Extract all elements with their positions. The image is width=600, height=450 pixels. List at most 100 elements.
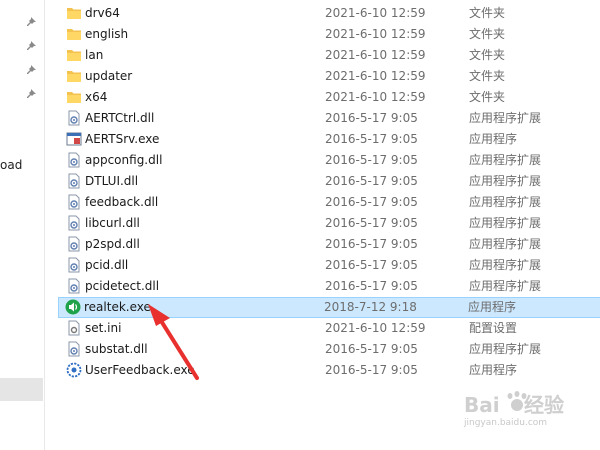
file-type: 文件夹	[469, 27, 506, 41]
svg-text:经验: 经验	[524, 393, 564, 417]
file-date-modified: 2016-5-17 9:05	[325, 174, 418, 188]
file-name: AERTCtrl.dll	[85, 111, 155, 125]
file-date-modified: 2021-6-10 12:59	[325, 27, 426, 41]
file-name: set.ini	[85, 321, 122, 335]
dll-icon	[66, 194, 82, 210]
baidu-watermark: Bai 经验 jingyan.baidu.com	[462, 388, 592, 438]
file-name: pcidetect.dll	[85, 279, 160, 293]
file-name: feedback.dll	[85, 195, 159, 209]
navigation-pane: oad	[0, 0, 45, 450]
folder-icon	[66, 47, 82, 63]
file-row[interactable]: p2spd.dll 2016-5-17 9:05 应用程序扩展	[60, 234, 600, 255]
file-name: drv64	[85, 6, 120, 20]
file-name: substat.dll	[85, 342, 148, 356]
file-type: 文件夹	[469, 6, 506, 20]
file-type: 应用程序	[469, 132, 518, 146]
dll-icon	[66, 278, 82, 294]
file-row[interactable]: AERTSrv.exe 2016-5-17 9:05 应用程序	[60, 129, 600, 150]
file-name: lan	[85, 48, 104, 62]
pin-icon[interactable]	[27, 64, 39, 76]
file-date-modified: 2016-5-17 9:05	[325, 363, 418, 377]
file-type: 应用程序	[468, 300, 517, 314]
file-type: 应用程序扩展	[469, 342, 542, 356]
file-name: libcurl.dll	[85, 216, 140, 230]
file-row[interactable]: feedback.dll 2016-5-17 9:05 应用程序扩展	[60, 192, 600, 213]
file-type: 应用程序扩展	[469, 279, 542, 293]
folder-icon	[66, 89, 82, 105]
dll-icon	[66, 173, 82, 189]
file-type: 应用程序扩展	[469, 174, 542, 188]
file-row[interactable]: english 2021-6-10 12:59 文件夹	[60, 24, 600, 45]
file-date-modified: 2016-5-17 9:05	[325, 279, 418, 293]
dll-icon	[66, 152, 82, 168]
file-type: 应用程序扩展	[469, 111, 542, 125]
file-type: 应用程序扩展	[469, 195, 542, 209]
file-date-modified: 2016-5-17 9:05	[325, 132, 418, 146]
file-type: 应用程序扩展	[469, 216, 542, 230]
file-name: english	[85, 27, 129, 41]
file-type: 应用程序扩展	[469, 237, 542, 251]
file-type: 文件夹	[469, 90, 506, 104]
dll-icon	[66, 215, 82, 231]
dll-icon	[66, 110, 82, 126]
file-type: 文件夹	[469, 48, 506, 62]
file-date-modified: 2016-5-17 9:05	[325, 342, 418, 356]
file-row[interactable]: pcid.dll 2016-5-17 9:05 应用程序扩展	[60, 255, 600, 276]
file-date-modified: 2018-7-12 9:18	[324, 300, 417, 314]
file-date-modified: 2016-5-17 9:05	[325, 111, 418, 125]
file-name: x64	[85, 90, 108, 104]
file-date-modified: 2021-6-10 12:59	[325, 321, 426, 335]
file-name: updater	[85, 69, 133, 83]
file-date-modified: 2016-5-17 9:05	[325, 258, 418, 272]
file-row[interactable]: pcidetect.dll 2016-5-17 9:05 应用程序扩展	[60, 276, 600, 297]
file-name: DTLUI.dll	[85, 174, 139, 188]
svg-text:Bai: Bai	[464, 393, 500, 417]
file-row[interactable]: libcurl.dll 2016-5-17 9:05 应用程序扩展	[60, 213, 600, 234]
dll-icon	[66, 341, 82, 357]
file-name: AERTSrv.exe	[85, 132, 160, 146]
pin-icon[interactable]	[27, 40, 39, 52]
file-date-modified: 2021-6-10 12:59	[325, 6, 426, 20]
file-type: 文件夹	[469, 69, 506, 83]
speaker-icon	[65, 299, 81, 315]
file-type: 应用程序扩展	[469, 153, 542, 167]
folder-icon	[66, 68, 82, 84]
file-date-modified: 2016-5-17 9:05	[325, 153, 418, 167]
file-date-modified: 2016-5-17 9:05	[325, 237, 418, 251]
nav-item-label[interactable]: oad	[0, 158, 22, 172]
file-date-modified: 2016-5-17 9:05	[325, 195, 418, 209]
file-date-modified: 2021-6-10 12:59	[325, 48, 426, 62]
file-type: 应用程序扩展	[469, 258, 542, 272]
pin-icon[interactable]	[27, 88, 39, 100]
file-row[interactable]: DTLUI.dll 2016-5-17 9:05 应用程序扩展	[60, 171, 600, 192]
file-name: p2spd.dll	[85, 237, 140, 251]
watermark-url: jingyan.baidu.com	[464, 418, 548, 428]
file-type: 配置设置	[469, 321, 518, 335]
file-row[interactable]: realtek.exe 2018-7-12 9:18 应用程序	[58, 297, 600, 318]
file-row[interactable]: substat.dll 2016-5-17 9:05 应用程序扩展	[60, 339, 600, 360]
ini-icon	[66, 320, 82, 336]
file-date-modified: 2016-5-17 9:05	[325, 216, 418, 230]
file-row[interactable]: drv64 2021-6-10 12:59 文件夹	[60, 3, 600, 24]
file-date-modified: 2021-6-10 12:59	[325, 69, 426, 83]
file-name: realtek.exe	[84, 300, 151, 314]
baidu-logo-icon: Bai 经验	[464, 391, 564, 417]
file-list: drv64 2021-6-10 12:59 文件夹 english 2021-6-10 …	[58, 3, 600, 381]
file-row[interactable]: AERTCtrl.dll 2016-5-17 9:05 应用程序扩展	[60, 108, 600, 129]
file-name: pcid.dll	[85, 258, 129, 272]
file-row[interactable]: appconfig.dll 2016-5-17 9:05 应用程序扩展	[60, 150, 600, 171]
file-row[interactable]: UserFeedback.exe 2016-5-17 9:05 应用程序	[60, 360, 600, 381]
pin-icon[interactable]	[27, 16, 39, 28]
exe-icon	[66, 131, 82, 147]
folder-icon	[66, 26, 82, 42]
file-row[interactable]: lan 2021-6-10 12:59 文件夹	[60, 45, 600, 66]
file-row[interactable]: updater 2021-6-10 12:59 文件夹	[60, 66, 600, 87]
file-row[interactable]: x64 2021-6-10 12:59 文件夹	[60, 87, 600, 108]
file-name: appconfig.dll	[85, 153, 163, 167]
file-row[interactable]: set.ini 2021-6-10 12:59 配置设置	[60, 318, 600, 339]
nav-item-selected[interactable]	[0, 378, 43, 401]
dll-icon	[66, 236, 82, 252]
gear-icon	[66, 362, 82, 378]
file-type: 应用程序	[469, 363, 518, 377]
file-date-modified: 2021-6-10 12:59	[325, 90, 426, 104]
